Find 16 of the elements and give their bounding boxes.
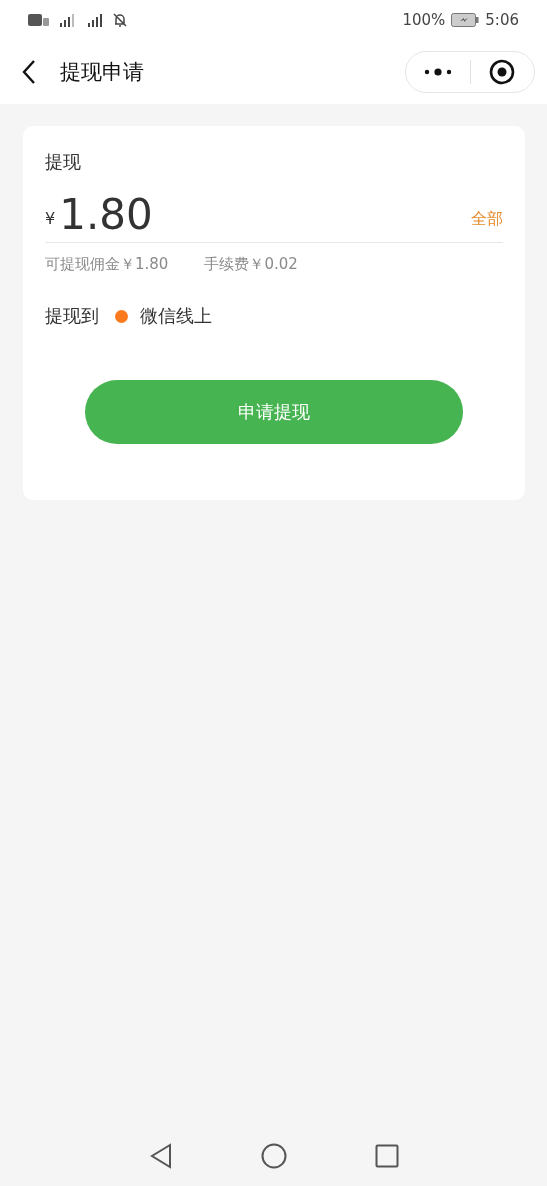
- more-icon[interactable]: [423, 67, 452, 77]
- back-triangle-icon[interactable]: [148, 1143, 173, 1169]
- payout-option[interactable]: 微信线上: [115, 304, 212, 328]
- clock-time: 5:06: [485, 11, 519, 29]
- recents-square-icon[interactable]: [374, 1144, 399, 1168]
- currency-symbol: ¥: [45, 209, 56, 228]
- amount-input[interactable]: 1.80: [59, 194, 471, 236]
- available-amount: 可提现佣金￥1.80: [45, 255, 169, 274]
- battery-percent: 100%: [402, 11, 446, 29]
- battery-icon: [451, 13, 480, 27]
- card-heading: 提现: [45, 150, 82, 174]
- home-circle-icon[interactable]: [260, 1143, 287, 1169]
- bell-off-icon: [112, 12, 128, 28]
- fee-amount: 手续费￥0.02: [204, 255, 298, 274]
- target-label: 提现到: [45, 304, 99, 328]
- page-title: 提现申请: [60, 59, 145, 86]
